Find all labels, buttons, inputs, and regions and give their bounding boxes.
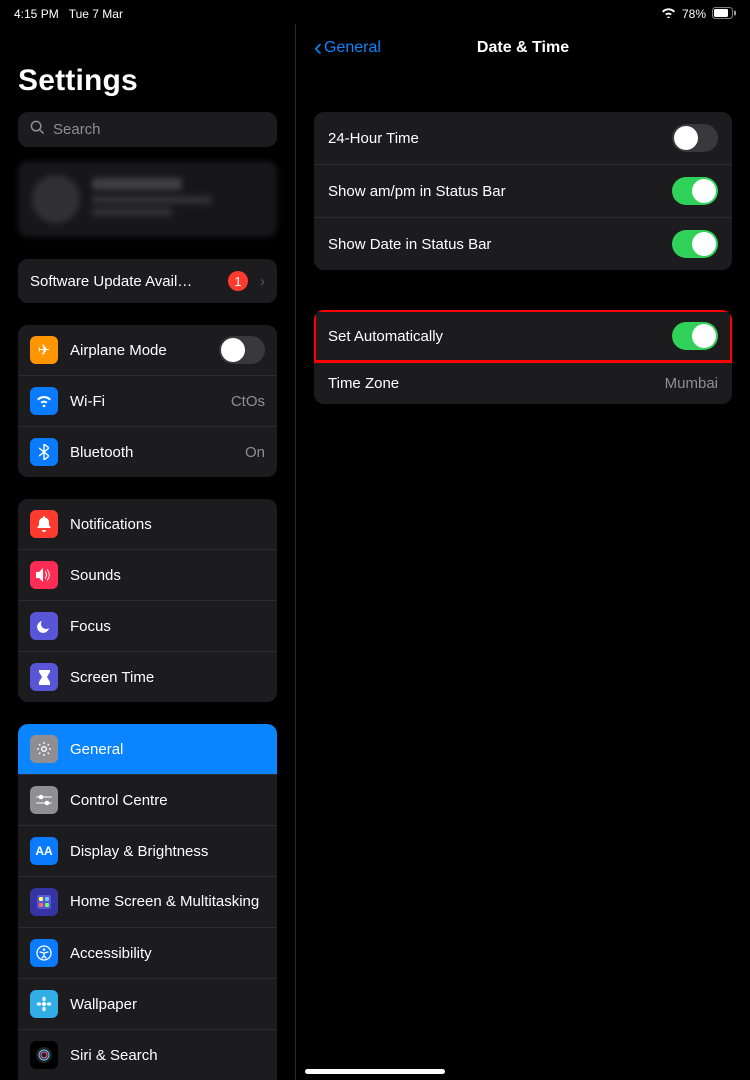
battery-icon bbox=[712, 7, 736, 22]
sidebar-item-home-screen[interactable]: Home Screen & Multitasking bbox=[18, 876, 277, 927]
general-label: General bbox=[70, 741, 265, 758]
screentime-label: Screen Time bbox=[70, 669, 265, 686]
row-24hour[interactable]: 24-Hour Time bbox=[314, 112, 732, 164]
airplane-label: Airplane Mode bbox=[70, 342, 219, 359]
wifi-label: Wi-Fi bbox=[70, 393, 231, 410]
row-showdate[interactable]: Show Date in Status Bar bbox=[314, 217, 732, 270]
sidebar-item-accessibility[interactable]: Accessibility bbox=[18, 927, 277, 978]
ampm-label: Show am/pm in Status Bar bbox=[328, 183, 672, 200]
detail-pane: ‹ General Date & Time 24-Hour Time Show … bbox=[296, 24, 750, 1080]
software-update-row[interactable]: Software Update Avail… 1 › bbox=[18, 259, 277, 303]
hourglass-icon bbox=[30, 663, 58, 691]
accessibility-icon bbox=[30, 939, 58, 967]
airplane-icon: ✈︎ bbox=[30, 336, 58, 364]
sidebar-item-airplane[interactable]: ✈︎ Airplane Mode bbox=[18, 325, 277, 375]
sidebar-item-focus[interactable]: Focus bbox=[18, 600, 277, 651]
wifi-value: CtOs bbox=[231, 393, 265, 410]
wifi-row-icon bbox=[30, 387, 58, 415]
sidebar-item-wifi[interactable]: Wi-Fi CtOs bbox=[18, 375, 277, 426]
home-screen-label: Home Screen & Multitasking bbox=[70, 893, 265, 911]
row-set-automatically[interactable]: Set Automatically bbox=[314, 310, 732, 362]
sidebar-item-siri[interactable]: Siri & Search bbox=[18, 1029, 277, 1080]
software-update-label: Software Update Avail… bbox=[30, 273, 228, 290]
focus-label: Focus bbox=[70, 618, 265, 635]
sliders-icon bbox=[30, 786, 58, 814]
flower-icon bbox=[30, 990, 58, 1018]
settings-sidebar: Settings Search Software Update Avail… 1… bbox=[0, 24, 296, 1080]
status-date: Tue 7 Mar bbox=[69, 7, 123, 21]
aa-icon: AA bbox=[30, 837, 58, 865]
sidebar-item-sounds[interactable]: Sounds bbox=[18, 549, 277, 600]
status-time: 4:15 PM bbox=[14, 7, 59, 21]
sidebar-item-screentime[interactable]: Screen Time bbox=[18, 651, 277, 702]
battery-percent: 78% bbox=[682, 7, 706, 21]
wifi-icon bbox=[661, 7, 676, 21]
search-placeholder: Search bbox=[53, 121, 101, 138]
moon-icon bbox=[30, 612, 58, 640]
siri-icon bbox=[30, 1041, 58, 1069]
wallpaper-label: Wallpaper bbox=[70, 996, 265, 1013]
avatar bbox=[32, 175, 80, 223]
sidebar-item-bluetooth[interactable]: Bluetooth On bbox=[18, 426, 277, 477]
airplane-toggle[interactable] bbox=[219, 336, 265, 364]
home-indicator[interactable] bbox=[305, 1069, 445, 1074]
24hour-toggle[interactable] bbox=[672, 124, 718, 152]
row-timezone[interactable]: Time Zone Mumbai bbox=[314, 362, 732, 404]
gear-icon bbox=[30, 735, 58, 763]
ampm-toggle[interactable] bbox=[672, 177, 718, 205]
back-label: General bbox=[324, 39, 381, 57]
set-auto-toggle[interactable] bbox=[672, 322, 718, 350]
speaker-icon bbox=[30, 561, 58, 589]
accessibility-label: Accessibility bbox=[70, 945, 265, 962]
search-input[interactable]: Search bbox=[18, 112, 277, 147]
search-icon bbox=[30, 120, 45, 139]
set-auto-label: Set Automatically bbox=[328, 328, 672, 345]
chevron-left-icon: ‹ bbox=[314, 34, 322, 62]
sidebar-item-notifications[interactable]: Notifications bbox=[18, 499, 277, 549]
page-title: Settings bbox=[18, 64, 277, 98]
sidebar-item-wallpaper[interactable]: Wallpaper bbox=[18, 978, 277, 1029]
notifications-label: Notifications bbox=[70, 516, 265, 533]
sidebar-item-control-centre[interactable]: Control Centre bbox=[18, 774, 277, 825]
detail-title: Date & Time bbox=[477, 39, 569, 57]
bell-icon bbox=[30, 510, 58, 538]
grid-icon bbox=[30, 888, 58, 916]
display-label: Display & Brightness bbox=[70, 843, 265, 860]
24hour-label: 24-Hour Time bbox=[328, 130, 672, 147]
chevron-right-icon: › bbox=[260, 273, 265, 290]
timezone-value: Mumbai bbox=[665, 375, 718, 392]
apple-id-card[interactable] bbox=[18, 161, 277, 237]
siri-label: Siri & Search bbox=[70, 1047, 265, 1064]
back-button[interactable]: ‹ General bbox=[314, 34, 381, 62]
showdate-toggle[interactable] bbox=[672, 230, 718, 258]
timezone-label: Time Zone bbox=[328, 375, 665, 392]
control-centre-label: Control Centre bbox=[70, 792, 265, 809]
sidebar-item-general[interactable]: General bbox=[18, 724, 277, 774]
bluetooth-icon bbox=[30, 438, 58, 466]
row-ampm[interactable]: Show am/pm in Status Bar bbox=[314, 164, 732, 217]
sounds-label: Sounds bbox=[70, 567, 265, 584]
bluetooth-value: On bbox=[245, 444, 265, 461]
status-bar: 4:15 PM Tue 7 Mar 78% bbox=[0, 0, 750, 24]
showdate-label: Show Date in Status Bar bbox=[328, 236, 672, 253]
update-badge: 1 bbox=[228, 271, 248, 291]
bluetooth-label: Bluetooth bbox=[70, 444, 245, 461]
sidebar-item-display[interactable]: AA Display & Brightness bbox=[18, 825, 277, 876]
